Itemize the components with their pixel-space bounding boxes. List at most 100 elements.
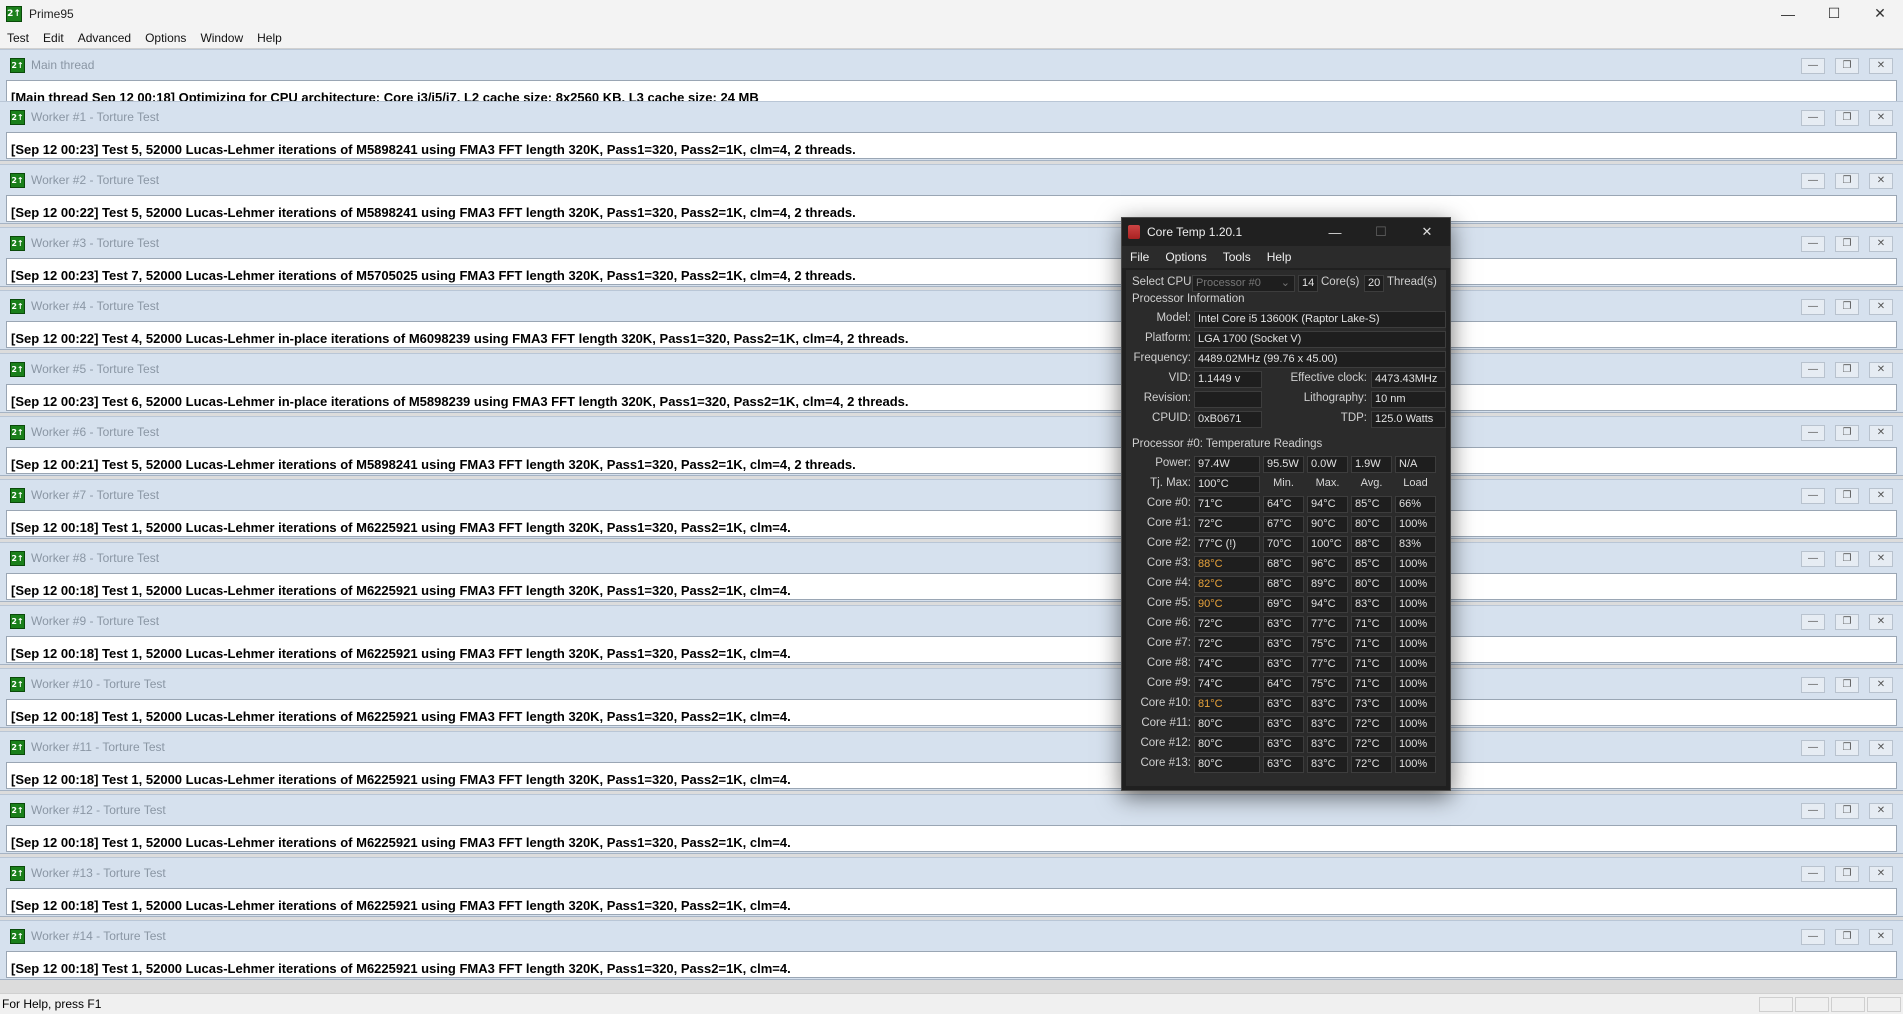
minimize-icon[interactable]: —	[1801, 614, 1825, 630]
close-icon[interactable]: ✕	[1869, 362, 1893, 378]
ct-menu-file[interactable]: File	[1122, 250, 1157, 264]
worker-window[interactable]: 2↑ Worker #7 - Torture Test — ❐ ✕ [Sep 12 00:…	[0, 479, 1903, 539]
menu-edit[interactable]: Edit	[36, 31, 71, 45]
close-icon[interactable]: ✕	[1869, 488, 1893, 504]
menu-help[interactable]: Help	[250, 31, 289, 45]
worker-window[interactable]: 2↑ Worker #10 - Torture Test — ❐ ✕ [Sep 12 00…	[0, 668, 1903, 728]
restore-icon[interactable]: ❐	[1835, 299, 1859, 315]
worker-window[interactable]: 2↑ Worker #1 - Torture Test — ❐ ✕ [Sep 12 00:…	[0, 101, 1903, 161]
menu-window[interactable]: Window	[193, 31, 250, 45]
close-icon[interactable]: ✕	[1869, 929, 1893, 945]
restore-icon[interactable]: ❐	[1835, 866, 1859, 882]
restore-icon[interactable]: ❐	[1835, 803, 1859, 819]
log-area[interactable]: [Sep 12 00:18] Test 1, 52000 Lucas-Lehme…	[6, 573, 1897, 600]
minimize-icon[interactable]: —	[1801, 488, 1825, 504]
worker-window[interactable]: 2↑ Worker #12 - Torture Test — ❐ ✕ [Sep 12 00…	[0, 794, 1903, 854]
menu-test[interactable]: Test	[0, 31, 36, 45]
menu-options[interactable]: Options	[138, 31, 193, 45]
minimize-icon[interactable]: —	[1801, 866, 1825, 882]
worker-window[interactable]: 2↑ Worker #11 - Torture Test — ❐ ✕ [Sep 12 00…	[0, 731, 1903, 791]
close-icon[interactable]: ✕	[1869, 803, 1893, 819]
child-titlebar[interactable]: 2↑ Worker #11 - Torture Test	[0, 732, 1903, 762]
log-area[interactable]: [Sep 12 00:18] Test 1, 52000 Lucas-Lehme…	[6, 699, 1897, 726]
close-icon[interactable]: ✕	[1869, 740, 1893, 756]
minimize-icon[interactable]: —	[1801, 236, 1825, 252]
minimize-icon[interactable]: —	[1801, 362, 1825, 378]
child-titlebar[interactable]: 2↑ Worker #13 - Torture Test	[0, 858, 1903, 888]
restore-icon[interactable]: ❐	[1835, 362, 1859, 378]
restore-icon[interactable]: ❐	[1835, 110, 1859, 126]
worker-window[interactable]: 2↑ Worker #2 - Torture Test — ❐ ✕ [Sep 12 00:…	[0, 164, 1903, 224]
close-icon[interactable]: ✕	[1869, 866, 1893, 882]
restore-icon[interactable]: ❐	[1835, 488, 1859, 504]
restore-icon[interactable]: ❐	[1835, 740, 1859, 756]
worker-window[interactable]: 2↑ Worker #9 - Torture Test — ❐ ✕ [Sep 12 00:…	[0, 605, 1903, 665]
restore-icon[interactable]: ❐	[1835, 929, 1859, 945]
child-titlebar[interactable]: 2↑ Worker #1 - Torture Test	[0, 102, 1903, 132]
close-icon[interactable]: ✕	[1869, 236, 1893, 252]
minimize-icon[interactable]: —	[1801, 803, 1825, 819]
minimize-icon[interactable]: —	[1801, 740, 1825, 756]
minimize-icon[interactable]: —	[1801, 110, 1825, 126]
close-icon[interactable]: ✕	[1869, 299, 1893, 315]
close-icon[interactable]: ✕	[1869, 551, 1893, 567]
coretemp-titlebar[interactable]: Core Temp 1.20.1 — ☐ ✕	[1122, 218, 1450, 246]
log-area[interactable]: [Sep 12 00:18] Test 1, 52000 Lucas-Lehme…	[6, 636, 1897, 663]
log-area[interactable]: [Sep 12 00:22] Test 5, 52000 Lucas-Lehme…	[6, 195, 1897, 222]
minimize-icon[interactable]: —	[1312, 218, 1358, 246]
minimize-icon[interactable]: —	[1801, 551, 1825, 567]
child-titlebar[interactable]: 2↑ Worker #12 - Torture Test	[0, 795, 1903, 825]
ct-menu-options[interactable]: Options	[1157, 250, 1214, 264]
minimize-icon[interactable]: —	[1801, 425, 1825, 441]
worker-window[interactable]: 2↑ Worker #13 - Torture Test — ❐ ✕ [Sep 12 00…	[0, 857, 1903, 917]
log-area[interactable]: [Sep 12 00:23] Test 7, 52000 Lucas-Lehme…	[6, 258, 1897, 285]
maximize-icon[interactable]: ☐	[1811, 0, 1857, 27]
log-area[interactable]: [Sep 12 00:18] Test 1, 52000 Lucas-Lehme…	[6, 762, 1897, 789]
worker-window[interactable]: 2↑ Worker #4 - Torture Test — ❐ ✕ [Sep 12 00:…	[0, 290, 1903, 350]
worker-window[interactable]: 2↑ Worker #8 - Torture Test — ❐ ✕ [Sep 12 00:…	[0, 542, 1903, 602]
menu-advanced[interactable]: Advanced	[71, 31, 138, 45]
child-titlebar[interactable]: 2↑ Worker #7 - Torture Test	[0, 480, 1903, 510]
log-area[interactable]: [Sep 12 00:23] Test 5, 52000 Lucas-Lehme…	[6, 132, 1897, 159]
log-area[interactable]: [Sep 12 00:18] Test 1, 52000 Lucas-Lehme…	[6, 510, 1897, 537]
ct-menu-tools[interactable]: Tools	[1215, 250, 1259, 264]
worker-window[interactable]: 2↑ Worker #5 - Torture Test — ❐ ✕ [Sep 12 00:…	[0, 353, 1903, 413]
close-icon[interactable]: ✕	[1869, 58, 1893, 74]
minimize-icon[interactable]: —	[1801, 173, 1825, 189]
coretemp-window[interactable]: Core Temp 1.20.1 — ☐ ✕ File Options Tool…	[1121, 217, 1451, 791]
worker-window[interactable]: 2↑ Worker #14 - Torture Test — ❐ ✕ [Sep 12 00…	[0, 920, 1903, 980]
close-icon[interactable]: ✕	[1869, 173, 1893, 189]
log-area[interactable]: [Sep 12 00:18] Test 1, 52000 Lucas-Lehme…	[6, 888, 1897, 915]
minimize-icon[interactable]: —	[1801, 299, 1825, 315]
close-icon[interactable]: ✕	[1869, 677, 1893, 693]
log-area[interactable]: [Sep 12 00:22] Test 4, 52000 Lucas-Lehme…	[6, 321, 1897, 348]
child-titlebar[interactable]: 2↑ Worker #9 - Torture Test	[0, 606, 1903, 636]
close-icon[interactable]: ✕	[1857, 0, 1903, 27]
child-titlebar[interactable]: 2↑ Worker #14 - Torture Test	[0, 921, 1903, 951]
log-area[interactable]: [Sep 12 00:21] Test 5, 52000 Lucas-Lehme…	[6, 447, 1897, 474]
minimize-icon[interactable]: —	[1801, 58, 1825, 74]
close-icon[interactable]: ✕	[1869, 614, 1893, 630]
child-titlebar[interactable]: 2↑ Worker #4 - Torture Test	[0, 291, 1903, 321]
close-icon[interactable]: ✕	[1869, 110, 1893, 126]
minimize-icon[interactable]: —	[1765, 0, 1811, 27]
restore-icon[interactable]: ❐	[1835, 614, 1859, 630]
cpu-select[interactable]: Processor #0 ⌄	[1192, 275, 1295, 292]
child-titlebar[interactable]: 2↑ Worker #5 - Torture Test	[0, 354, 1903, 384]
child-titlebar[interactable]: 2↑ Worker #6 - Torture Test	[0, 417, 1903, 447]
worker-window[interactable]: 2↑ Worker #3 - Torture Test — ❐ ✕ [Sep 12 00:…	[0, 227, 1903, 287]
worker-window[interactable]: 2↑ Worker #6 - Torture Test — ❐ ✕ [Sep 12 00:…	[0, 416, 1903, 476]
child-titlebar[interactable]: 2↑ Main thread	[0, 50, 1903, 80]
restore-icon[interactable]: ❐	[1835, 58, 1859, 74]
ct-menu-help[interactable]: Help	[1259, 250, 1300, 264]
restore-icon[interactable]: ❐	[1835, 677, 1859, 693]
child-titlebar[interactable]: 2↑ Worker #8 - Torture Test	[0, 543, 1903, 573]
close-icon[interactable]: ✕	[1869, 425, 1893, 441]
restore-icon[interactable]: ❐	[1835, 551, 1859, 567]
child-titlebar[interactable]: 2↑ Worker #10 - Torture Test	[0, 669, 1903, 699]
main-thread-window[interactable]: 2↑ Main thread — ❐ ✕ [Main thread Sep 12…	[0, 49, 1903, 109]
restore-icon[interactable]: ❐	[1835, 236, 1859, 252]
log-area[interactable]: [Sep 12 00:18] Test 1, 52000 Lucas-Lehme…	[6, 951, 1897, 978]
restore-icon[interactable]: ❐	[1835, 425, 1859, 441]
child-titlebar[interactable]: 2↑ Worker #2 - Torture Test	[0, 165, 1903, 195]
